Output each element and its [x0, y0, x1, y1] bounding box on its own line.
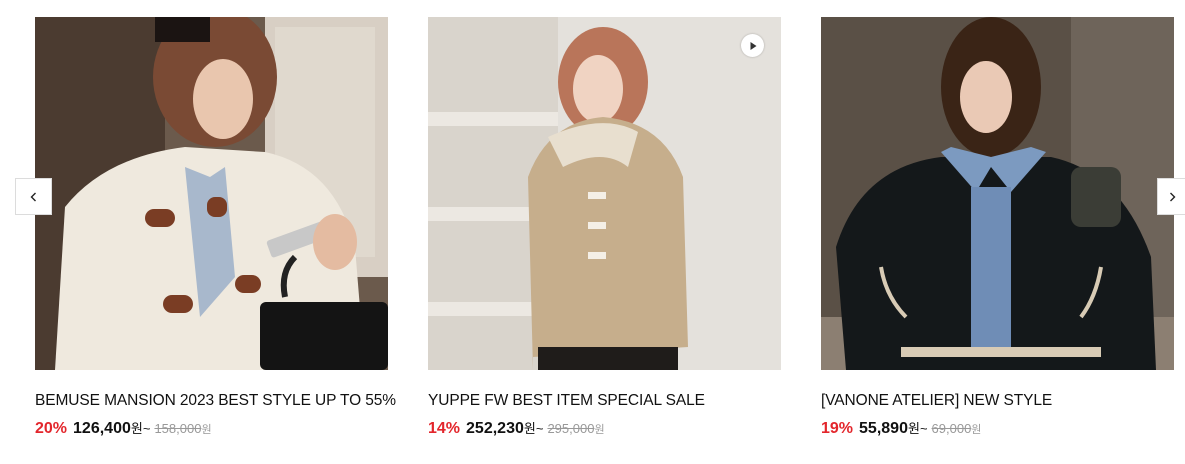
price-row: 14% 252,230 원 ~ 295,000 원: [428, 418, 781, 438]
original-currency-label: 원: [594, 424, 605, 436]
original-price: 69,000: [931, 421, 972, 436]
original-currency-label: 원: [971, 424, 982, 436]
discount-rate: 19%: [821, 420, 854, 437]
product-image[interactable]: [821, 17, 1174, 370]
discount-rate: 14%: [428, 420, 461, 437]
product-image[interactable]: [428, 17, 781, 370]
sale-price: 252,230: [466, 420, 524, 437]
product-card[interactable]: [VANONE ATELIER] NEW STYLE 19% 55,890 원 …: [821, 17, 1174, 438]
price-tilde: ~: [142, 421, 151, 436]
original-price: 158,000: [154, 421, 202, 436]
chevron-left-icon: [30, 192, 36, 201]
play-icon: [750, 41, 756, 50]
product-image[interactable]: [35, 17, 388, 370]
product-title[interactable]: YUPPE FW BEST ITEM SPECIAL SALE: [428, 392, 781, 410]
currency-label: 원: [130, 421, 143, 436]
product-card[interactable]: BEMUSE MANSION 2023 BEST STYLE UP TO 55%…: [35, 17, 396, 438]
currency-label: 원: [907, 421, 920, 436]
product-card[interactable]: YUPPE FW BEST ITEM SPECIAL SALE 14% 252,…: [428, 17, 781, 438]
currency-label: 원: [523, 421, 536, 436]
original-currency-label: 원: [201, 424, 212, 436]
discount-rate: 20%: [35, 420, 68, 437]
chevron-right-icon: [1169, 192, 1175, 201]
carousel-next-button[interactable]: [1157, 178, 1185, 215]
product-title[interactable]: BEMUSE MANSION 2023 BEST STYLE UP TO 55%: [35, 392, 396, 410]
sale-price: 126,400: [73, 420, 131, 437]
carousel-prev-button[interactable]: [15, 178, 52, 215]
price-row: 19% 55,890 원 ~ 69,000 원: [821, 418, 1174, 438]
play-video-button[interactable]: [741, 34, 764, 57]
price-row: 20% 126,400 원 ~ 158,000 원: [35, 418, 388, 438]
sale-price: 55,890: [859, 420, 908, 437]
product-title[interactable]: [VANONE ATELIER] NEW STYLE: [821, 392, 1174, 410]
price-tilde: ~: [535, 421, 544, 436]
product-carousel: BEMUSE MANSION 2023 BEST STYLE UP TO 55%…: [0, 0, 1185, 464]
price-tilde: ~: [919, 421, 928, 436]
original-price: 295,000: [547, 421, 595, 436]
